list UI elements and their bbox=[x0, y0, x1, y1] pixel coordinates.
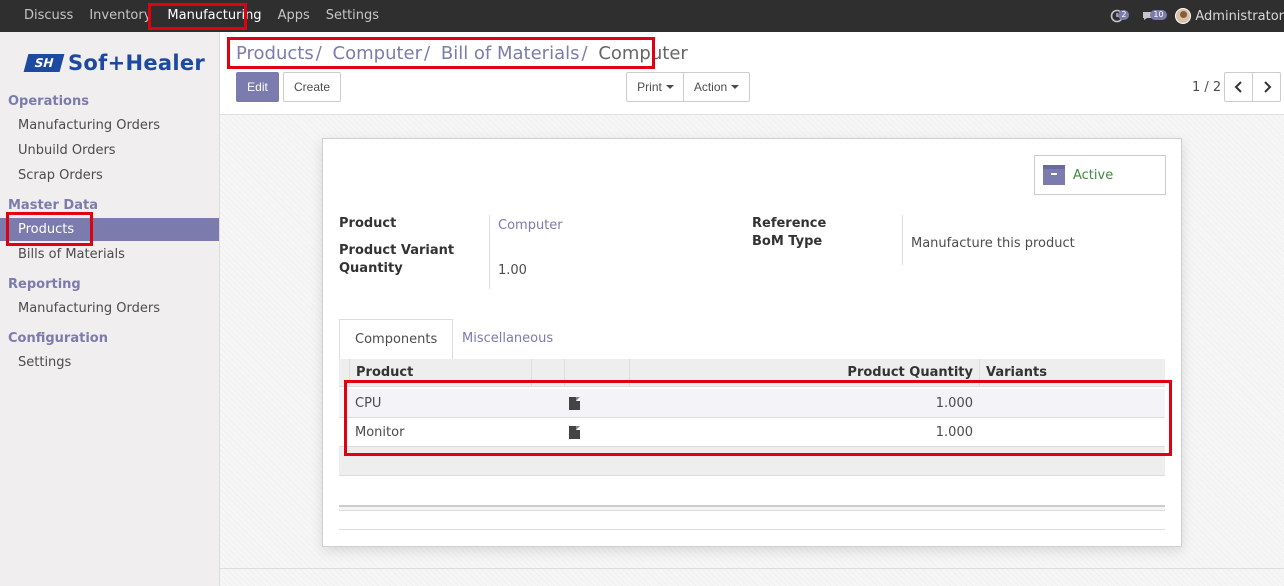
file-icon[interactable] bbox=[569, 426, 580, 439]
bom-type-value: Manufacture this product bbox=[911, 236, 1075, 251]
caret-down-icon bbox=[665, 85, 674, 89]
activity-count-badge: 2 bbox=[1118, 10, 1130, 20]
archive-icon bbox=[1043, 165, 1065, 185]
print-label: Print bbox=[637, 80, 662, 94]
sidebar-item-bills-of-materials[interactable]: Bills of Materials bbox=[0, 243, 219, 266]
pager-value[interactable]: 1 / 2 bbox=[1192, 80, 1221, 95]
activity-button[interactable]: 2 bbox=[1101, 0, 1133, 32]
edit-button[interactable]: Edit bbox=[236, 72, 279, 102]
active-toggle-button[interactable]: Active bbox=[1034, 155, 1166, 195]
pager-previous-button[interactable] bbox=[1224, 72, 1253, 102]
user-name[interactable]: Administrator bbox=[1195, 9, 1284, 24]
user-avatar[interactable] bbox=[1175, 8, 1192, 24]
column-spacer bbox=[564, 359, 629, 387]
file-icon[interactable] bbox=[569, 397, 580, 410]
sidebar-item-manufacturing-orders[interactable]: Manufacturing Orders bbox=[0, 114, 219, 137]
quantity-value: 1.00 bbox=[498, 263, 527, 278]
menu-inventory[interactable]: Inventory bbox=[81, 0, 159, 32]
field-separator bbox=[902, 215, 903, 265]
reference-label: Reference bbox=[752, 216, 827, 231]
menu-manufacturing[interactable]: Manufacturing bbox=[159, 0, 269, 32]
product-label: Product bbox=[339, 216, 397, 231]
notebook-tabs: Components Miscellaneous bbox=[339, 319, 1165, 360]
logo-text: Sof+Healer bbox=[68, 51, 206, 75]
systray: 2 10 Administrator bbox=[1101, 0, 1284, 32]
menu-apps[interactable]: Apps bbox=[270, 0, 318, 32]
breadcrumb-separator: / bbox=[424, 43, 431, 64]
sidebar-item-report-manufacturing-orders[interactable]: Manufacturing Orders bbox=[0, 297, 219, 320]
menu-settings[interactable]: Settings bbox=[318, 0, 387, 32]
company-logo: SH Sof+Healer bbox=[23, 51, 206, 75]
chevron-left-icon bbox=[1234, 81, 1242, 93]
column-product[interactable]: Product bbox=[349, 359, 531, 387]
logo-mark-icon: SH bbox=[23, 54, 65, 72]
chevron-right-icon bbox=[1263, 81, 1271, 93]
sidebar-item-unbuild-orders[interactable]: Unbuild Orders bbox=[0, 139, 219, 162]
message-count-badge: 10 bbox=[1150, 10, 1167, 20]
section-reporting: Reporting bbox=[8, 277, 81, 292]
chatter-separator bbox=[220, 568, 1284, 569]
pager-next-button[interactable] bbox=[1252, 72, 1281, 102]
notes-separator bbox=[339, 529, 1165, 530]
row-product: Monitor bbox=[355, 425, 405, 440]
form-sheet: Active Product Product Variant Quantity … bbox=[322, 138, 1182, 547]
field-separator bbox=[489, 215, 490, 289]
top-navbar: Discuss Inventory Manufacturing Apps Set… bbox=[0, 0, 1284, 32]
notes-separator bbox=[339, 505, 1165, 511]
breadcrumb-bill-of-materials[interactable]: Bill of Materials bbox=[441, 43, 580, 64]
breadcrumb-separator: / bbox=[581, 43, 588, 64]
active-toggle-label: Active bbox=[1073, 167, 1114, 183]
section-master-data: Master Data bbox=[8, 198, 98, 213]
action-dropdown[interactable]: Action bbox=[683, 72, 750, 102]
row-quantity: 1.000 bbox=[935, 425, 973, 440]
table-row[interactable]: Monitor 1.000 bbox=[339, 418, 1165, 447]
section-configuration: Configuration bbox=[8, 331, 108, 346]
print-dropdown[interactable]: Print bbox=[626, 72, 684, 102]
tab-miscellaneous[interactable]: Miscellaneous bbox=[447, 319, 568, 360]
table-header: Product Product Quantity Variants bbox=[339, 359, 1165, 387]
sidebar: SH Sof+Healer Operations Manufacturing O… bbox=[0, 32, 220, 586]
sidebar-item-scrap-orders[interactable]: Scrap Orders bbox=[0, 164, 219, 187]
breadcrumb-computer[interactable]: Computer bbox=[333, 43, 422, 64]
product-value[interactable]: Computer bbox=[498, 218, 563, 233]
breadcrumb: Products / Computer / Bill of Materials / C… bbox=[236, 43, 688, 64]
column-variants[interactable]: Variants bbox=[979, 359, 1165, 387]
messages-button[interactable]: 10 bbox=[1133, 0, 1167, 32]
sidebar-item-settings[interactable]: Settings bbox=[0, 351, 219, 374]
action-label: Action bbox=[693, 80, 728, 94]
app-menu: Discuss Inventory Manufacturing Apps Set… bbox=[16, 0, 387, 32]
section-operations: Operations bbox=[8, 94, 89, 109]
caret-down-icon bbox=[731, 85, 740, 89]
create-button[interactable]: Create bbox=[283, 72, 341, 102]
column-product-quantity[interactable]: Product Quantity bbox=[629, 359, 979, 387]
table-row[interactable]: CPU 1.000 bbox=[339, 389, 1165, 418]
tab-components[interactable]: Components bbox=[339, 319, 454, 360]
menu-discuss[interactable]: Discuss bbox=[16, 0, 81, 32]
breadcrumb-products[interactable]: Products bbox=[236, 43, 314, 64]
product-variant-label: Product Variant bbox=[339, 243, 455, 258]
breadcrumb-current: Computer bbox=[598, 43, 688, 64]
row-quantity: 1.000 bbox=[935, 396, 973, 411]
bom-type-label: BoM Type bbox=[752, 234, 823, 249]
sidebar-item-products[interactable]: Products bbox=[0, 218, 219, 241]
table-footer bbox=[339, 447, 1165, 476]
row-product: CPU bbox=[355, 396, 382, 411]
quantity-label: Quantity bbox=[339, 261, 403, 276]
breadcrumb-separator: / bbox=[315, 43, 322, 64]
column-spacer bbox=[531, 359, 564, 387]
form-view-area: Active Product Product Variant Quantity … bbox=[220, 114, 1284, 586]
